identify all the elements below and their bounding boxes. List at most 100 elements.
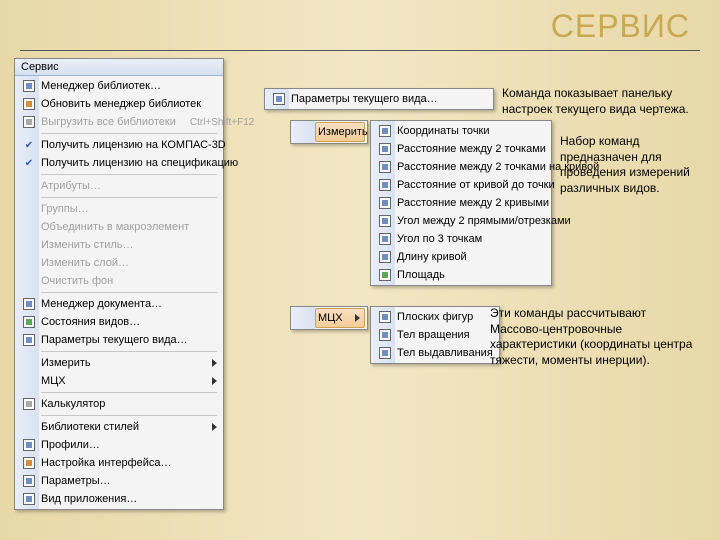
params-icon (19, 332, 39, 348)
measure-item-1[interactable]: Расстояние между 2 точками (395, 140, 549, 158)
service-item-0[interactable]: Менеджер библиотек… (39, 77, 221, 95)
service-item-19[interactable]: Измерить (39, 354, 221, 372)
separator (41, 351, 217, 352)
blank-icon (19, 201, 39, 217)
menu-item-label: Параметры текущего вида… (41, 334, 217, 346)
measure-parent: Измерить (290, 120, 368, 144)
refresh-icon (19, 96, 39, 112)
separator (41, 197, 217, 198)
appview-icon (19, 491, 39, 507)
measure-item-3[interactable]: Расстояние от кривой до точки (395, 176, 549, 194)
service-item-4[interactable]: ✔Получить лицензию на КОМПАС-3D (39, 136, 221, 154)
measure-item-7[interactable]: Длину кривой (395, 248, 549, 266)
menu-item-label: Координаты точки (397, 125, 545, 137)
measure-item-4[interactable]: Расстояние между 2 кривыми (395, 194, 549, 212)
m3-icon (375, 177, 395, 193)
measure-item-8[interactable]: Площадь (395, 266, 549, 284)
service-item-20[interactable]: МЦХ (39, 372, 221, 390)
service-item-2: Выгрузить все библиотекиCtrl+Shift+F12 (39, 113, 221, 131)
caption-params: Команда показывает панельку настроек тек… (502, 86, 702, 117)
mcx-item-2[interactable]: Тел выдавливания (395, 344, 497, 362)
mcx-item-0[interactable]: Плоских фигур (395, 308, 497, 326)
service-item-11: Изменить стиль… (39, 236, 221, 254)
blank-icon (19, 355, 39, 371)
shortcut-label: Ctrl+Shift+F12 (190, 117, 254, 128)
measure-item-0[interactable]: Координаты точки (395, 122, 549, 140)
m4-icon (375, 195, 395, 211)
area-icon (375, 267, 395, 283)
service-item-5[interactable]: ✔Получить лицензию на спецификацию (39, 154, 221, 172)
service-item-15[interactable]: Менеджер документа… (39, 295, 221, 313)
separator (41, 133, 217, 134)
measure-item-5[interactable]: Угол между 2 прямыми/отрезками (395, 212, 549, 230)
mcx-item-1[interactable]: Тел вращения (395, 326, 497, 344)
service-item-17[interactable]: Параметры текущего вида… (39, 331, 221, 349)
menu-item-label: Очистить фон (41, 275, 217, 287)
chevron-right-icon (212, 377, 217, 385)
blank-icon (19, 373, 39, 389)
params-icon (269, 91, 289, 107)
service-item-1[interactable]: Обновить менеджер библиотек (39, 95, 221, 113)
check-icon: ✔ (19, 155, 39, 171)
m1-icon (375, 141, 395, 157)
menu-item-label: Расстояние от кривой до точки (397, 179, 555, 191)
separator (41, 415, 217, 416)
service-item-26[interactable]: Настройка интерфейса… (39, 454, 221, 472)
doc-icon (19, 296, 39, 312)
blank-icon (19, 273, 39, 289)
menu-item-label: Параметры текущего вида… (291, 93, 487, 105)
measure-item-6[interactable]: Угол по 3 точкам (395, 230, 549, 248)
menu-item-label: Расстояние между 2 точками (397, 143, 546, 155)
menu-item-label: Измерить (41, 357, 206, 369)
menu-item-label: Получить лицензию на КОМПАС-3D (41, 139, 226, 151)
menu-item-label: Получить лицензию на спецификацию (41, 157, 238, 169)
gear-icon (19, 455, 39, 471)
menu-item-label: Тел выдавливания (397, 347, 493, 359)
params-view-popup: Параметры текущего вида… (264, 88, 494, 110)
blank-icon (19, 419, 39, 435)
chevron-right-icon (212, 423, 217, 431)
menu-item-label: Длину кривой (397, 251, 545, 263)
menu-item-label: Изменить слой… (41, 257, 217, 269)
title-divider (20, 50, 700, 51)
caption-measure: Набор команд предназначен для проведения… (560, 134, 710, 196)
menu-item-label: Расстояние между 2 кривыми (397, 197, 549, 209)
menu-item-label: Настройка интерфейса… (41, 457, 217, 469)
unload-icon (19, 114, 39, 130)
menu-item-label: Состояния видов… (41, 316, 217, 328)
service-item-13: Очистить фон (39, 272, 221, 290)
menu-item-label: Изменить стиль… (41, 239, 217, 251)
menu-item-label: Группы… (41, 203, 217, 215)
menu-item-label: Измерить (318, 126, 368, 138)
check-icon: ✔ (19, 137, 39, 153)
menu-item-label: Выгрузить все библиотеки (41, 116, 176, 128)
measure-item-2[interactable]: Расстояние между 2 точками на кривой (395, 158, 549, 176)
caption-mcx: Эти команды рассчитывают Массово-центров… (490, 306, 700, 368)
blank-icon (19, 237, 39, 253)
menu-item-label: Менеджер библиотек… (41, 80, 217, 92)
menu-item-label: МЦХ (41, 375, 206, 387)
ang3-icon (375, 231, 395, 247)
service-item-25[interactable]: Профили… (39, 436, 221, 454)
measure-submenu: Координаты точки Расстояние между 2 точка… (370, 120, 552, 286)
menu-item-label: Угол между 2 прямыми/отрезками (397, 215, 571, 227)
menu-item-label: Параметры… (41, 475, 217, 487)
page-title: СЕРВИС (551, 8, 690, 45)
m2-icon (375, 159, 395, 175)
menu-item-label: Угол по 3 точкам (397, 233, 545, 245)
service-item-22[interactable]: Калькулятор (39, 395, 221, 413)
service-item-24[interactable]: Библиотеки стилей (39, 418, 221, 436)
service-menu-header: Сервис (15, 59, 223, 76)
params-current-view-item[interactable]: Параметры текущего вида… (289, 90, 491, 108)
service-item-27[interactable]: Параметры… (39, 472, 221, 490)
chevron-right-icon (355, 314, 360, 322)
mcx-item-highlighted[interactable]: МЦХ (315, 308, 365, 328)
service-item-28[interactable]: Вид приложения… (39, 490, 221, 508)
len-icon (375, 249, 395, 265)
menu-item-label: Обновить менеджер библиотек (41, 98, 217, 110)
menu-item-label: Профили… (41, 439, 217, 451)
measure-item-highlighted[interactable]: Измерить (315, 122, 365, 142)
service-item-12: Изменить слой… (39, 254, 221, 272)
mcx-parent: МЦХ (290, 306, 368, 330)
service-item-16[interactable]: Состояния видов… (39, 313, 221, 331)
